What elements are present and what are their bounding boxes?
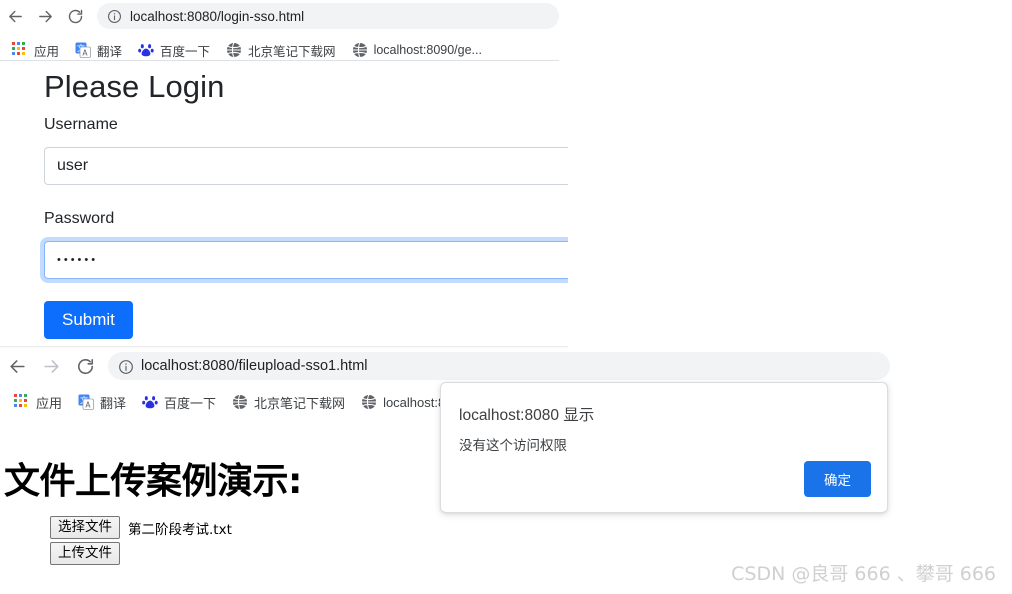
upload-file-button[interactable]: 上传文件	[50, 542, 120, 565]
bookmark-label: 翻译	[97, 44, 123, 59]
back-button[interactable]	[0, 350, 34, 382]
username-input[interactable]	[44, 147, 568, 185]
bookmark-label: 北京笔记下载网	[254, 395, 346, 411]
browser-toolbar-2: localhost:8080/fileupload-sso1.html	[0, 348, 1012, 384]
bookmark-apps-2[interactable]: 应用	[6, 393, 70, 412]
bookmark-label: 北京笔记下载网	[248, 44, 336, 59]
bookmark-label: 百度一下	[160, 44, 211, 59]
reload-button[interactable]	[60, 2, 90, 30]
address-bar-url-1: localhost:8080/login-sso.html	[130, 8, 305, 24]
google-translate-icon: 文 A	[75, 42, 91, 58]
address-bar-1[interactable]: localhost:8080/login-sso.html	[97, 3, 559, 29]
forward-button[interactable]	[30, 2, 60, 30]
reload-icon	[68, 9, 82, 23]
globe-icon	[361, 394, 377, 410]
address-bar-url-2: localhost:8080/fileupload-sso1.html	[141, 358, 368, 374]
dialog-message: 没有这个访问权限	[459, 438, 567, 453]
reload-button[interactable]	[68, 350, 102, 382]
arrow-right-icon	[38, 10, 52, 22]
bookmark-translate-2[interactable]: 文 A 翻译	[70, 393, 134, 412]
arrow-left-icon	[9, 359, 25, 373]
bookmark-label: 应用	[36, 395, 63, 411]
password-label: Password	[44, 210, 115, 227]
globe-icon	[232, 394, 248, 410]
forward-button[interactable]	[34, 350, 68, 382]
bookmarks-bar-2: 应用 文 A 翻译	[6, 390, 460, 414]
browser-window-login: localhost:8080/login-sso.html 应用 文 A	[0, 0, 568, 346]
globe-icon	[226, 42, 242, 58]
choose-file-button[interactable]: 选择文件	[50, 516, 120, 539]
bookmarks-bar-1: 应用 文 A 翻译	[4, 38, 490, 62]
watermark: CSDN @良哥 666 、攀哥 666	[731, 563, 996, 585]
javascript-alert-dialog: localhost:8080 显示 没有这个访问权限 确定	[440, 382, 888, 513]
password-input[interactable]	[44, 241, 568, 279]
navigation-buttons-2	[0, 350, 102, 382]
apps-grid-icon	[12, 42, 28, 58]
bookmark-beijing-notes-1[interactable]: 北京笔记下载网	[218, 41, 344, 60]
bookmark-label: 翻译	[100, 395, 127, 411]
bookmark-label: localhost:8090/ge...	[373, 43, 482, 57]
google-translate-icon: 文 A	[78, 394, 94, 410]
baidu-paw-icon	[138, 42, 154, 58]
submit-button[interactable]: Submit	[44, 301, 133, 339]
dialog-ok-button[interactable]: 确定	[804, 461, 871, 497]
page-heading: 文件上传案例演示:	[4, 461, 302, 502]
bookmark-beijing-notes-2[interactable]: 北京笔记下载网	[224, 393, 353, 412]
globe-icon	[352, 42, 368, 58]
username-label: Username	[44, 116, 118, 133]
page-title: Please Login	[44, 69, 225, 104]
reload-icon	[77, 358, 93, 374]
info-circle-icon[interactable]	[118, 359, 133, 374]
login-page-content: Please Login Username Password •••••• Su…	[0, 60, 568, 346]
svg-text:A: A	[85, 401, 91, 410]
svg-text:A: A	[82, 49, 88, 58]
bookmark-baidu-2[interactable]: 百度一下	[134, 393, 224, 412]
arrow-right-icon	[43, 359, 59, 373]
apps-grid-icon	[14, 394, 30, 410]
browser-toolbar-1: localhost:8080/login-sso.html	[0, 0, 568, 32]
arrow-left-icon	[8, 10, 22, 22]
back-button[interactable]	[0, 2, 30, 30]
bookmark-localhost-8090-1[interactable]: localhost:8090/ge...	[344, 42, 490, 58]
upload-row: 上传文件	[50, 542, 120, 565]
bookmark-label: 应用	[34, 44, 60, 59]
baidu-paw-icon	[142, 394, 158, 410]
address-bar-2[interactable]: localhost:8080/fileupload-sso1.html	[108, 352, 890, 380]
file-chooser-row: 选择文件 第二阶段考试.txt	[50, 516, 232, 539]
navigation-buttons-1	[0, 2, 90, 30]
password-masked-value: ••••••	[57, 254, 99, 266]
bookmark-label: 百度一下	[164, 395, 217, 411]
selected-file-name: 第二阶段考试.txt	[128, 521, 232, 538]
bookmark-translate-1[interactable]: 文 A 翻译	[67, 41, 130, 60]
bookmark-apps-1[interactable]: 应用	[4, 41, 67, 60]
info-circle-icon[interactable]	[107, 9, 122, 24]
bookmark-baidu-1[interactable]: 百度一下	[130, 41, 218, 60]
dialog-origin-title: localhost:8080 显示	[459, 407, 595, 424]
